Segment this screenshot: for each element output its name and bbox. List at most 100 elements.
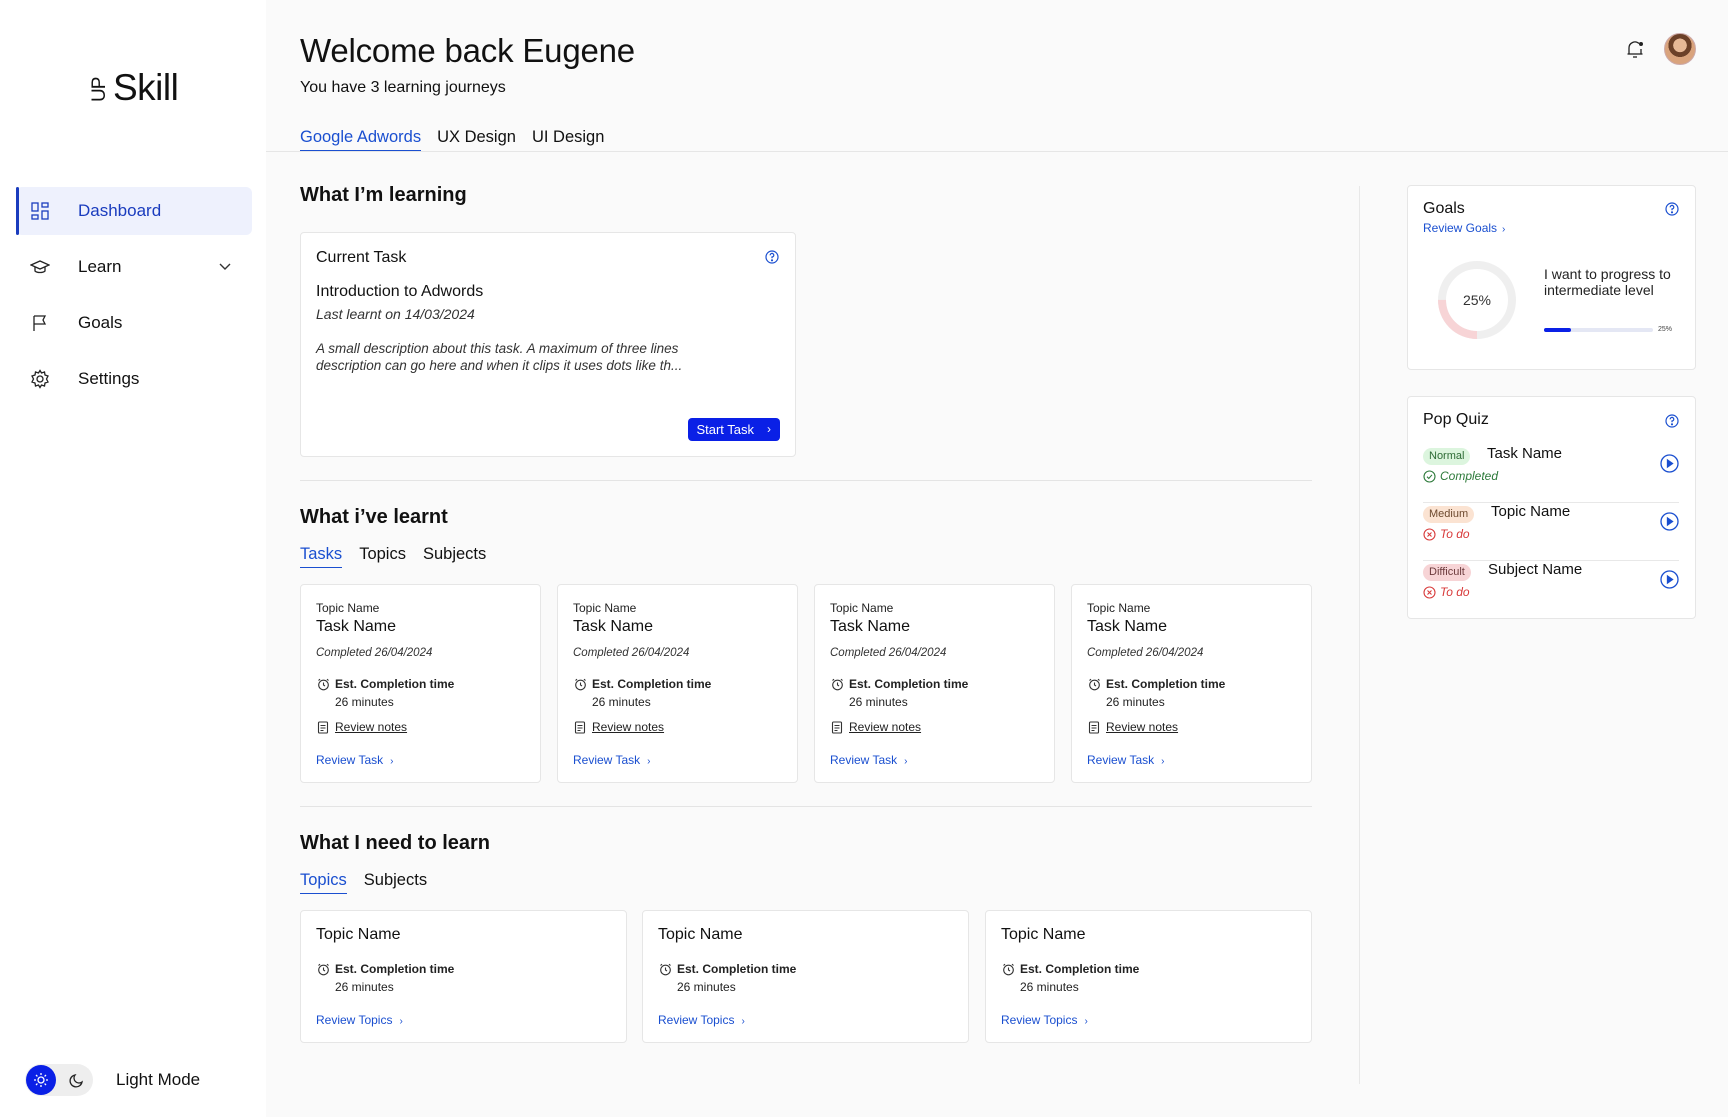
tab-ui-design[interactable]: UI Design (532, 128, 604, 151)
play-icon[interactable] (1660, 570, 1679, 589)
moon-icon[interactable] (67, 1070, 87, 1090)
quiz-item-name: Subject Name (1488, 561, 1583, 578)
help-icon[interactable] (764, 249, 780, 265)
sun-icon[interactable] (26, 1065, 56, 1095)
quiz-item[interactable]: Difficult Subject Name To do (1423, 561, 1679, 619)
help-icon[interactable] (1664, 201, 1680, 217)
review-task-link[interactable]: Review Task › (830, 753, 907, 767)
est-completion-label: Est. Completion time (335, 677, 455, 691)
avatar[interactable] (1664, 33, 1696, 65)
review-topics-label: Review Topics (658, 1013, 735, 1027)
review-topics-link[interactable]: Review Topics › (316, 1013, 403, 1027)
goal-text: I want to progress to intermediate level (1544, 266, 1671, 298)
journey-tabs: Google Adwords UX Design UI Design (300, 128, 620, 151)
review-task-link[interactable]: Review Task › (1087, 753, 1164, 767)
chevron-right-icon: › (390, 756, 394, 767)
task-card-completed-date: Completed 26/04/2024 (316, 647, 433, 659)
alarm-clock-icon (316, 677, 330, 691)
gear-icon (30, 369, 50, 389)
page-subtitle: You have 3 learning journeys (300, 79, 506, 96)
sidebar-item-label: Goals (78, 313, 123, 332)
logo-skill: Skill (113, 67, 179, 108)
quiz-status: To do (1423, 527, 1470, 541)
review-notes-link[interactable]: Review notes (335, 720, 407, 734)
est-completion-label: Est. Completion time (849, 677, 969, 691)
logo[interactable]: UP Skill (89, 67, 179, 108)
alarm-clock-icon (316, 962, 330, 976)
task-card: Topic Name Task Name Completed 26/04/2024 E… (1071, 584, 1312, 783)
column-divider (1359, 186, 1360, 1084)
review-goals-link[interactable]: Review Goals › (1423, 221, 1505, 235)
est-completion-value: 26 minutes (335, 695, 394, 709)
quiz-status-label: To do (1440, 585, 1470, 599)
chevron-down-icon[interactable] (218, 258, 232, 278)
goals-title: Goals (1423, 200, 1465, 217)
tab-topics[interactable]: Topics (359, 545, 406, 568)
tab-ux-design[interactable]: UX Design (437, 128, 516, 151)
bell-icon[interactable] (1624, 38, 1646, 60)
quiz-item[interactable]: Medium Topic Name To do (1423, 503, 1679, 561)
logo-up: UP (89, 77, 110, 102)
theme-toggle[interactable] (25, 1064, 93, 1096)
task-card-topic: Topic Name (573, 601, 637, 615)
header-divider (266, 151, 1728, 152)
goal-progress-bar (1544, 328, 1653, 332)
quiz-item[interactable]: Normal Task Name Completed (1423, 445, 1679, 503)
theme-switcher: Light Mode (25, 1064, 200, 1096)
review-notes-link[interactable]: Review notes (1106, 720, 1178, 734)
est-completion-label: Est. Completion time (592, 677, 712, 691)
page-title: Welcome back Eugene (300, 32, 635, 69)
chevron-right-icon: › (1502, 224, 1506, 235)
difficulty-badge: Difficult (1423, 564, 1471, 581)
goal-progress-fill (1544, 328, 1572, 332)
tab-subjects[interactable]: Subjects (364, 871, 427, 894)
help-icon[interactable] (1664, 413, 1680, 429)
task-card-topic: Topic Name (830, 601, 894, 615)
alarm-clock-icon (830, 677, 844, 691)
play-icon[interactable] (1660, 454, 1679, 473)
start-task-label: Start Task (696, 422, 754, 437)
play-icon[interactable] (1660, 512, 1679, 531)
difficulty-badge: Medium (1423, 506, 1475, 523)
quiz-status: To do (1423, 585, 1470, 599)
header-actions (1624, 33, 1696, 65)
sidebar-item-learn[interactable]: Learn (16, 243, 252, 291)
graduation-cap-icon (30, 257, 50, 277)
review-notes-link[interactable]: Review notes (849, 720, 921, 734)
difficulty-badge: Normal (1423, 448, 1471, 465)
review-topics-link[interactable]: Review Topics › (658, 1013, 745, 1027)
sidebar-item-dashboard[interactable]: Dashboard (16, 187, 252, 235)
est-completion-value: 26 minutes (1020, 980, 1079, 994)
review-topics-link[interactable]: Review Topics › (1001, 1013, 1088, 1027)
review-topics-label: Review Topics (1001, 1013, 1078, 1027)
alarm-clock-icon (573, 677, 587, 691)
est-completion-label: Est. Completion time (1106, 677, 1226, 691)
tab-tasks[interactable]: Tasks (300, 545, 343, 568)
quiz-status: Completed (1423, 469, 1498, 483)
tab-google-adwords[interactable]: Google Adwords (300, 128, 422, 151)
review-task-label: Review Task (573, 753, 641, 767)
sidebar-item-settings[interactable]: Settings (16, 355, 252, 403)
task-card: Topic Name Task Name Completed 26/04/2024 E… (300, 584, 541, 783)
start-task-button[interactable]: Start Task › (688, 418, 780, 441)
review-notes-link[interactable]: Review notes (592, 720, 664, 734)
est-completion-value: 26 minutes (1106, 695, 1165, 709)
review-task-link[interactable]: Review Task › (316, 753, 393, 767)
review-task-label: Review Task (1087, 753, 1155, 767)
tab-topics[interactable]: Topics (300, 871, 347, 894)
chevron-right-icon: › (1161, 756, 1165, 767)
chevron-right-icon: › (647, 756, 651, 767)
chevron-right-icon: › (741, 1016, 745, 1027)
tab-subjects[interactable]: Subjects (423, 545, 486, 568)
chevron-right-icon: › (1084, 1016, 1088, 1027)
task-card-name: Task Name (830, 618, 911, 635)
task-card-topic: Topic Name (1087, 601, 1151, 615)
quiz-status-label: To do (1440, 527, 1470, 541)
sidebar-item-goals[interactable]: Goals (16, 299, 252, 347)
chevron-right-icon: › (767, 422, 771, 436)
notes-icon (830, 720, 844, 734)
mode-label: Light Mode (116, 1070, 201, 1089)
task-card-completed-date: Completed 26/04/2024 (1087, 647, 1204, 659)
review-task-link[interactable]: Review Task › (573, 753, 650, 767)
topic-card: Topic Name Est. Completion time 26 minutes… (642, 910, 969, 1043)
